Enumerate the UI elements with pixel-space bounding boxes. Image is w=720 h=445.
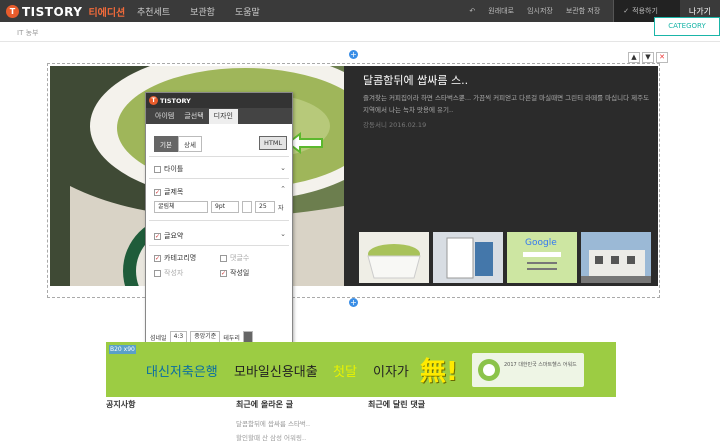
thumbnail-screenshot-image [523,252,561,270]
author-option[interactable]: 작성자 [154,268,183,278]
move-down-icon[interactable]: ▼ [642,52,654,63]
ad-product: 모바일신용대출 [234,365,318,380]
post-title-section-label: 글제목 [164,188,184,196]
ad-none-mark: 無! [420,357,458,387]
summary-section-row[interactable]: ✓ 글요약 [154,231,183,241]
breadcrumb: IT 농부 [17,29,39,37]
post-title[interactable]: 달콤함뒤에 쌉싸름 스.. [363,72,468,88]
font-size-select[interactable]: 9pt [211,201,239,213]
sub-header: IT 농부 [0,22,720,42]
add-item-bottom-icon[interactable]: + [349,298,358,307]
tab-post-select[interactable]: 글선택 [179,109,208,124]
ad-award-box: 2017 대한민국 스마트헬스 어워드 [472,353,584,387]
ad-size-tag: B20 x90 [109,345,136,354]
comments-checkbox[interactable] [220,254,227,262]
date-option-label: 작성일 [230,269,250,277]
thumbnail-1[interactable] [359,232,429,283]
panel-logo-text: TISTORY [160,96,191,105]
category-button[interactable]: CATEGORY [654,17,720,36]
panel-header[interactable]: T TISTORY [146,93,292,108]
chevron-up-icon[interactable]: ⌃ [280,185,286,193]
summary-section-label: 글요약 [164,232,184,240]
ad-banner[interactable]: B20 x90 대신저축은행 모바일신용대출 첫달 이자가 無! 2017 대한… [106,342,616,397]
length-unit: 자 [278,204,284,212]
font-color-swatch[interactable] [242,201,252,213]
category-option-label: 카테고리명 [164,254,197,262]
top-toolbar: T TISTORY 티에디션 추천세트 보관함 도움말 ↶ 원래대로 임시저장 보… [0,0,720,22]
post-excerpt: 즐겨찾는 커피집이라 하면 스타벅스뿐... 가끔씩 커피얻고 다른걸 마실때면… [363,94,650,114]
ad-award-text: 2017 대한민국 스마트헬스 어워드 [504,362,577,368]
recent-post-item[interactable]: 달콤함뒤에 쌉싸름 스타벅.. [236,418,310,428]
thumbnail-4[interactable] [581,232,651,283]
length-input[interactable]: 25 [255,201,275,213]
check-icon: ✓ [623,7,630,15]
summary-checkbox[interactable]: ✓ [154,232,161,240]
ad-first-month: 첫달 [333,365,357,380]
title-section-label: 타이틀 [164,165,184,173]
design-settings-panel: T TISTORY 아이템 글선택 디자인 기본 상세 HTML 타이틀 ⌄ ✓… [145,92,293,347]
thumbnail-2[interactable] [433,232,503,283]
ad-interest: 이자가 [373,365,409,380]
revert-button[interactable]: ↶ 원래대로 [469,6,514,16]
award-icon [478,359,500,381]
revert-label: 원래대로 [488,7,515,15]
recent-posts-heading[interactable]: 최근에 올라온 글 [236,399,293,410]
editor-name: 티에디션 [88,8,126,19]
chevron-down-icon[interactable]: ⌄ [280,164,286,172]
title-checkbox[interactable] [154,165,161,173]
tab-design[interactable]: 디자인 [208,109,238,124]
date-checkbox[interactable]: ✓ [220,269,227,277]
recent-comments-heading[interactable]: 최근에 달린 댓글 [368,399,425,410]
main-nav: 추천세트 보관함 도움말 [137,5,280,18]
mode-switch: 기본 상세 [154,136,202,152]
author-checkbox[interactable] [154,269,161,277]
font-settings-row: 굴림체 9pt 25 자 [154,201,284,213]
tistory-logo[interactable]: T TISTORY 티에디션 [6,4,125,19]
tab-item[interactable]: 아이템 [150,109,179,124]
brand-name: TISTORY [22,4,83,19]
html-button[interactable]: HTML [259,136,288,150]
thumbnail-label: 섬네일 [150,334,167,342]
move-up-icon[interactable]: ▲ [628,52,640,63]
author-option-label: 작성자 [164,269,184,277]
nav-help[interactable]: 도움말 [235,5,260,18]
panel-tabs: 아이템 글선택 디자인 [146,108,292,124]
undo-icon: ↶ [469,7,476,15]
post-title-checkbox[interactable]: ✓ [154,188,161,196]
panel-logo-icon: T [149,96,158,105]
apply-label: 적용하기 [632,7,658,15]
tistory-t-icon: T [6,5,19,18]
date-option[interactable]: ✓ 작성일 [220,268,249,278]
add-item-top-icon[interactable]: + [349,50,358,59]
thumbnail-product-box-image [433,232,503,283]
recent-post-item[interactable]: 할인할때 산 삼성 어워링.. [236,432,306,442]
temp-save-button[interactable]: 임시저장 [527,6,553,16]
category-option[interactable]: ✓ 카테고리명 [154,253,196,263]
chevron-down-icon[interactable]: ⌄ [280,230,286,238]
ad-bank-name: 대신저축은행 [146,365,218,380]
notice-heading[interactable]: 공지사항 [106,399,135,410]
nav-archive[interactable]: 보관함 [190,5,215,18]
archive-save-button[interactable]: 보관함 저장 [566,6,600,16]
post-title-section-row[interactable]: ✓ 글제목 [154,187,183,197]
thumbnail-building-image [581,232,651,283]
basic-mode-button[interactable]: 기본 [154,136,178,152]
border-label: 테두리 [223,334,240,342]
nav-recommended-sets[interactable]: 추천세트 [137,5,170,18]
thumbnail-3[interactable]: Google [507,232,577,283]
thumbnail-matcha-image [359,232,429,283]
post-meta: 강동서니 2016.02.19 [363,121,427,129]
frame-controls: ▲ ▼ ✕ [626,52,668,63]
comments-option-label: 댓글수 [230,254,250,262]
category-checkbox[interactable]: ✓ [154,254,161,262]
detail-mode-button[interactable]: 상세 [177,136,202,152]
title-section-row[interactable]: 타이틀 [154,164,183,174]
comments-option[interactable]: 댓글수 [220,253,249,263]
close-icon[interactable]: ✕ [656,52,668,63]
font-select[interactable]: 굴림체 [154,201,208,213]
